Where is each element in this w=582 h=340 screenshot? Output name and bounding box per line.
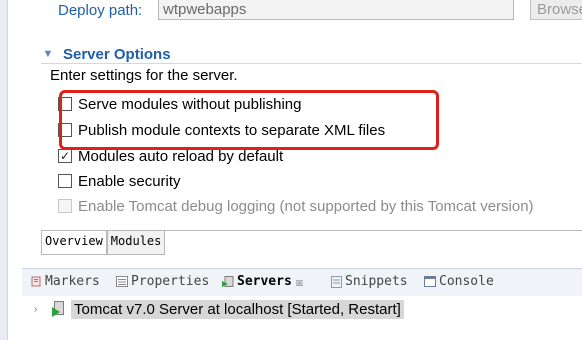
views-tab-bar: Markers Properties Servers ☒ Snippets Co… [22,268,582,297]
section-divider [41,63,582,64]
tab-label: Properties [131,274,210,289]
server-label[interactable]: Tomcat v7.0 Server at localhost [Started… [71,299,404,319]
close-icon[interactable]: ☒ [296,275,303,289]
expand-arrow-icon[interactable]: › [34,304,44,315]
tab-label: Markers [45,274,100,289]
tab-label: Console [439,274,494,289]
deploy-path-label: Deploy path: [58,2,143,19]
snippets-icon [330,275,342,288]
option-enable-security[interactable]: Enable security [58,171,181,191]
deploy-path-input[interactable]: wtpwebapps [158,0,514,20]
deploy-path-row: Deploy path: wtpwebapps Browse [8,0,582,26]
option-label: Enable Tomcat debug logging (not support… [78,197,534,215]
tab-properties[interactable]: Properties [116,274,209,289]
tab-label: Snippets [345,274,408,289]
server-running-icon [52,301,66,317]
editor-tab-bar: Overview Modules [41,231,166,255]
server-options-header[interactable]: ▼ Server Options [41,44,171,64]
highlight-annotation-box [59,90,439,150]
markers-icon [30,276,42,288]
server-editor: Deploy path: wtpwebapps Browse ▼ Server … [8,0,582,258]
option-label: Enable security [78,172,181,190]
tab-snippets[interactable]: Snippets [330,274,408,289]
properties-icon [116,276,128,288]
tab-servers[interactable]: Servers ☒ [222,274,303,289]
option-enable-tomcat-debug-logging: Enable Tomcat debug logging (not support… [58,196,534,216]
tab-console[interactable]: Console [424,274,494,289]
left-edge-border [0,0,8,340]
tab-modules[interactable]: Modules [106,231,166,255]
servers-icon [222,275,234,288]
console-icon [424,276,436,288]
checkbox-checked[interactable]: ✓ [58,149,72,163]
browse-button[interactable]: Browse [530,0,582,20]
option-label: Modules auto reload by default [78,147,284,165]
servers-view: › Tomcat v7.0 Server at localhost [Start… [22,296,582,340]
tab-markers[interactable]: Markers [30,274,100,289]
collapse-chevron-icon[interactable]: ▼ [41,47,55,61]
checkbox[interactable] [58,174,72,188]
server-tree-item[interactable]: › Tomcat v7.0 Server at localhost [Start… [34,298,404,320]
server-options-title: Server Options [63,45,171,63]
tab-label: Servers [237,274,292,289]
checkbox-disabled [58,199,72,213]
server-options-description: Enter settings for the server. [50,67,238,84]
tab-overview[interactable]: Overview [41,231,107,255]
